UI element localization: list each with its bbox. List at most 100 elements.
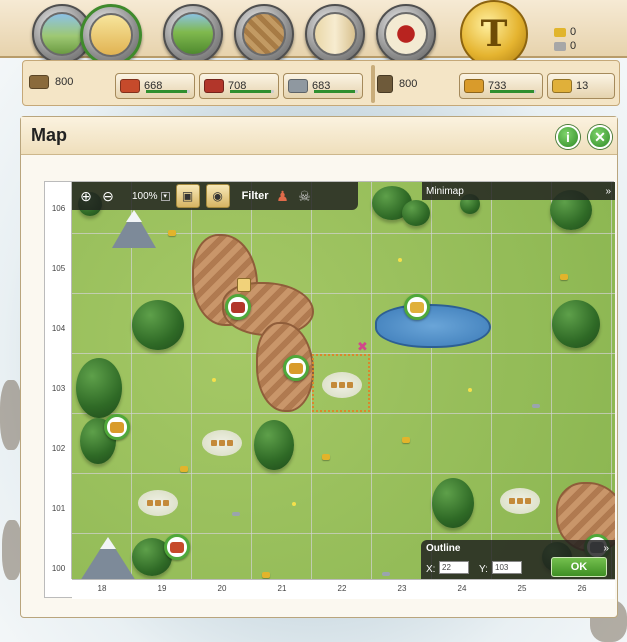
forest xyxy=(552,300,600,348)
flower xyxy=(292,502,296,506)
x-coord-label: 21 xyxy=(277,584,287,593)
y-coord-label: 100 xyxy=(51,564,66,573)
skull-marker-icon[interactable]: ✖ xyxy=(357,340,368,353)
lake-terrain xyxy=(375,304,491,348)
close-icon: ✕ xyxy=(594,128,606,145)
x-coord-label: 24 xyxy=(457,584,467,593)
city-view-button[interactable] xyxy=(80,4,142,66)
stone xyxy=(532,404,540,408)
wood-value: 800 xyxy=(55,76,74,88)
x-coord-label: 26 xyxy=(577,584,587,593)
gold-ore xyxy=(560,274,568,280)
info-icon: i xyxy=(566,129,570,145)
y-coord-input[interactable] xyxy=(492,561,522,574)
stone xyxy=(382,572,390,576)
grain-resource-node[interactable] xyxy=(283,355,309,381)
planks-icon xyxy=(120,79,140,93)
monster-filter-icon[interactable]: ☠ xyxy=(296,188,312,204)
city-view-icon xyxy=(89,13,133,57)
zoom-out-icon[interactable]: ⊖ xyxy=(100,188,116,204)
fields-view-button[interactable] xyxy=(163,4,223,64)
forest xyxy=(402,200,430,226)
zoom-in-icon[interactable]: ⊕ xyxy=(78,188,94,204)
storage-counter: 800 xyxy=(377,75,417,93)
quest-scroll-icon xyxy=(313,12,357,56)
quest-scroll-button[interactable] xyxy=(305,4,365,64)
expand-icon: » xyxy=(605,185,611,197)
fullscreen-button[interactable]: ▣ xyxy=(175,184,200,208)
zoom-select[interactable]: 100% ▾ xyxy=(132,191,170,202)
y-coord-label: Y: xyxy=(479,564,488,575)
expand-icon[interactable]: » xyxy=(603,543,609,554)
x-coord-label: 22 xyxy=(337,584,347,593)
y-coord-label: 105 xyxy=(51,264,66,273)
forest xyxy=(432,478,474,528)
minimap-label: Minimap xyxy=(426,185,464,197)
fields-view-icon xyxy=(171,12,215,56)
rock-decoration xyxy=(2,520,22,580)
minimap-tab[interactable]: Minimap » xyxy=(422,182,615,200)
wheat-value: 13 xyxy=(576,80,589,92)
x-axis: 18 19 20 21 22 23 24 25 26 xyxy=(72,579,615,599)
wheat-icon xyxy=(552,79,572,93)
chevron-down-icon: ▾ xyxy=(160,191,170,201)
storage-value: 800 xyxy=(399,78,418,90)
page-title: Map xyxy=(31,125,67,145)
info-button[interactable]: i xyxy=(556,125,580,149)
scroll-marker-icon[interactable] xyxy=(237,278,251,292)
zoom-value: 100% xyxy=(132,190,158,202)
x-coord-label: 25 xyxy=(517,584,527,593)
ok-button[interactable]: OK xyxy=(551,557,607,577)
premium-coin-button[interactable]: T xyxy=(460,0,528,68)
bricks-icon xyxy=(204,79,224,93)
close-button[interactable]: ✕ xyxy=(588,125,612,149)
silver-value: 0 xyxy=(570,40,577,52)
y-coord-label: 104 xyxy=(51,324,66,333)
x-coord-label: 19 xyxy=(157,584,167,593)
mountain-terrain xyxy=(112,210,156,248)
bricks-resource[interactable]: 708 xyxy=(199,73,279,99)
grain-icon xyxy=(464,79,484,93)
y-coord-label: 101 xyxy=(51,504,66,513)
messages-button[interactable] xyxy=(376,4,436,64)
outline-panel: Outline » X: Y: OK xyxy=(421,540,615,579)
coin-letter: T xyxy=(480,13,508,55)
grain-progress xyxy=(490,90,536,93)
gold-counter: 0 xyxy=(554,26,576,38)
center-button[interactable]: ◉ xyxy=(205,184,230,208)
village[interactable] xyxy=(138,490,178,516)
iron-icon xyxy=(288,79,308,93)
y-coord-label: 103 xyxy=(51,384,66,393)
map-scroll-button[interactable] xyxy=(234,4,294,64)
grain-resource-node[interactable] xyxy=(104,414,130,440)
gold-ore xyxy=(180,466,188,472)
wheat-resource[interactable]: 13 xyxy=(547,73,615,99)
planks-resource[interactable]: 668 xyxy=(115,73,195,99)
resource-bar: 800 668 708 683 800 733 13 xyxy=(22,60,620,106)
wood-icon xyxy=(29,75,49,89)
grain-resource[interactable]: 733 xyxy=(459,73,543,99)
x-coord-label: 20 xyxy=(217,584,227,593)
bricks-progress xyxy=(230,90,274,93)
village[interactable] xyxy=(202,430,242,456)
gold-ore xyxy=(322,454,330,460)
silver-counter: 0 xyxy=(554,40,576,52)
village[interactable] xyxy=(322,372,362,398)
map-canvas[interactable]: ✖ ⊕ ⊖ 100% ▾ ▣ ◉ Filter ♟ ☠ Minimap » Ou… xyxy=(72,182,615,579)
bricks-resource-node[interactable] xyxy=(225,294,251,320)
gold-ore xyxy=(262,572,270,578)
iron-progress xyxy=(314,90,358,93)
iron-resource[interactable]: 683 xyxy=(283,73,363,99)
x-coord-input[interactable] xyxy=(439,561,469,574)
player-filter-icon[interactable]: ♟ xyxy=(274,188,290,204)
x-coord-label: 18 xyxy=(97,584,107,593)
flower xyxy=(212,378,216,382)
wheat-resource-node[interactable] xyxy=(404,294,430,320)
filter-label: Filter xyxy=(241,190,269,202)
gold-bars-icon xyxy=(554,27,566,37)
village[interactable] xyxy=(500,488,540,514)
rock-decoration xyxy=(0,380,22,450)
planks-resource-node[interactable] xyxy=(164,534,190,560)
forest xyxy=(254,420,294,470)
y-coord-label: 102 xyxy=(51,444,66,453)
